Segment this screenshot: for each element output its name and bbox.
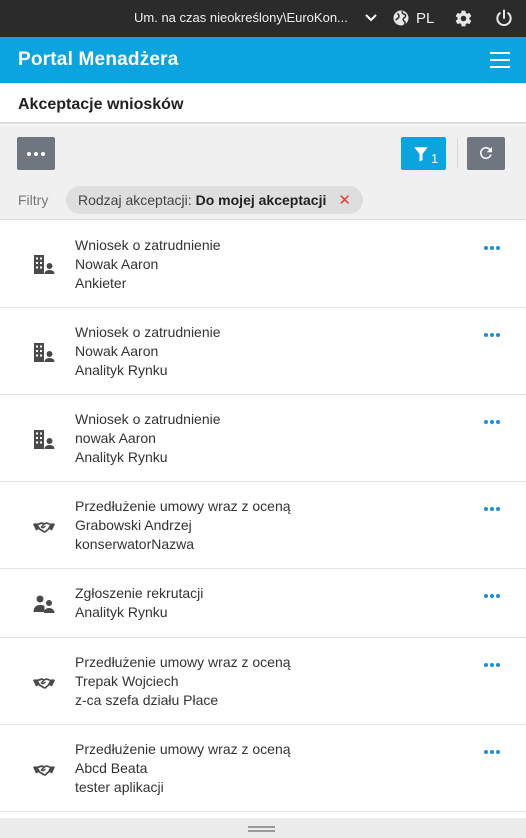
chevron-down-icon[interactable] (364, 10, 378, 26)
request-person: Trepak Wojciech (75, 673, 179, 689)
toolbar: 1 Filtry Rodzaj akceptacji: Do mojej akce… (0, 125, 526, 219)
toolbar-divider (457, 139, 458, 168)
request-type: Wniosek o zatrudnienie (75, 411, 221, 427)
request-text: Przedłużenie umowy wraz z oceną Abcd Bea… (75, 740, 291, 797)
building-person-icon (34, 255, 55, 274)
more-options-icon[interactable] (484, 333, 502, 339)
request-person: Grabowski Andrzej (75, 517, 192, 533)
filters-label: Filtry (18, 192, 49, 208)
page-title: Akceptacje wniosków (18, 96, 184, 113)
request-position: tester aplikacji (75, 779, 164, 795)
page-title-bar: Akceptacje wniosków (0, 83, 526, 124)
list-item[interactable]: Zgłoszenie rekrutacji Analityk Rynku (0, 569, 526, 638)
list-item[interactable]: Przedłużenie umowy wraz z oceną Trepak W… (0, 638, 526, 725)
app-title[interactable]: Portal Menadżera (18, 49, 179, 71)
filter-count-badge: 1 (431, 151, 439, 166)
list-item[interactable]: Wniosek o zatrudnienie Nowak Aaron Ankie… (0, 220, 526, 308)
request-position: konserwatorNazwa (75, 536, 195, 552)
handshake-icon (33, 522, 55, 533)
request-text: Przedłużenie umowy wraz z oceną Grabowsk… (75, 497, 291, 554)
more-options-icon[interactable] (484, 507, 502, 513)
filter-chip-acceptance-type: Rodzaj akceptacji: Do mojej akceptacji ✕ (66, 186, 363, 214)
filter-chip-value: Do mojej akceptacji (195, 192, 327, 208)
language-selector[interactable]: PL (416, 10, 434, 27)
request-type: Wniosek o zatrudnienie (75, 237, 221, 253)
building-person-icon (34, 430, 55, 449)
more-options-icon[interactable] (484, 246, 502, 252)
request-text: Wniosek o zatrudnienie Nowak Aaron Ankie… (75, 236, 221, 293)
employment-context-selector[interactable]: Um. na czas nieokreślony\EuroKon... (134, 10, 348, 25)
request-person: Nowak Aaron (75, 256, 159, 272)
request-person: Abcd Beata (75, 760, 148, 776)
more-options-icon[interactable] (484, 663, 502, 669)
list-item[interactable]: Przedłużenie umowy wraz z oceną Abcd Bea… (0, 725, 526, 812)
building-person-icon (34, 343, 55, 362)
hamburger-menu-icon[interactable] (490, 52, 510, 68)
request-text: Zgłoszenie rekrutacji Analityk Rynku (75, 584, 203, 622)
filter-icon (414, 147, 428, 162)
top-bar: Um. na czas nieokreślony\EuroKon... PL (0, 0, 526, 37)
request-position: Analityk Rynku (75, 449, 168, 465)
recruitment-icon (33, 595, 55, 613)
request-position: Ankieter (75, 275, 127, 291)
request-text: Wniosek o zatrudnienie Nowak Aaron Anali… (75, 323, 221, 380)
more-options-icon[interactable] (484, 594, 502, 600)
request-type: Przedłużenie umowy wraz z oceną (75, 498, 291, 514)
requests-list: Wniosek o zatrudnienie Nowak Aaron Ankie… (0, 219, 526, 812)
request-position: Analityk Rynku (75, 362, 168, 378)
gear-icon[interactable] (454, 9, 473, 28)
refresh-icon (479, 146, 492, 159)
request-text: Wniosek o zatrudnienie nowak Aaron Anali… (75, 410, 221, 467)
request-person: Nowak Aaron (75, 343, 159, 359)
filter-button[interactable]: 1 (401, 137, 446, 170)
filter-chip-key: Rodzaj akceptacji: (78, 192, 192, 208)
drag-handle-icon[interactable] (248, 826, 275, 834)
more-options-icon[interactable] (484, 420, 502, 426)
request-type: Zgłoszenie rekrutacji (75, 585, 204, 601)
refresh-button[interactable] (467, 137, 505, 170)
more-actions-button[interactable] (17, 137, 55, 170)
app-header: Portal Menadżera (0, 37, 526, 83)
request-type: Przedłużenie umowy wraz z oceną (75, 654, 291, 670)
request-position: z-ca szefa działu Płace (75, 692, 219, 708)
bottom-bar (0, 818, 526, 838)
request-position: Analityk Rynku (75, 604, 168, 620)
request-person: nowak Aaron (75, 430, 156, 446)
list-item[interactable]: Wniosek o zatrudnienie Nowak Aaron Anali… (0, 308, 526, 395)
handshake-icon (33, 765, 55, 776)
remove-filter-icon[interactable]: ✕ (338, 192, 351, 209)
request-type: Przedłużenie umowy wraz z oceną (75, 741, 291, 757)
more-options-icon[interactable] (484, 750, 502, 756)
handshake-icon (33, 678, 55, 689)
power-icon[interactable] (494, 8, 514, 28)
list-item[interactable]: Przedłużenie umowy wraz z oceną Grabowsk… (0, 482, 526, 569)
request-text: Przedłużenie umowy wraz z oceną Trepak W… (75, 653, 291, 710)
globe-icon[interactable] (392, 9, 410, 27)
request-type: Wniosek o zatrudnienie (75, 324, 221, 340)
list-item[interactable]: Wniosek o zatrudnienie nowak Aaron Anali… (0, 395, 526, 482)
